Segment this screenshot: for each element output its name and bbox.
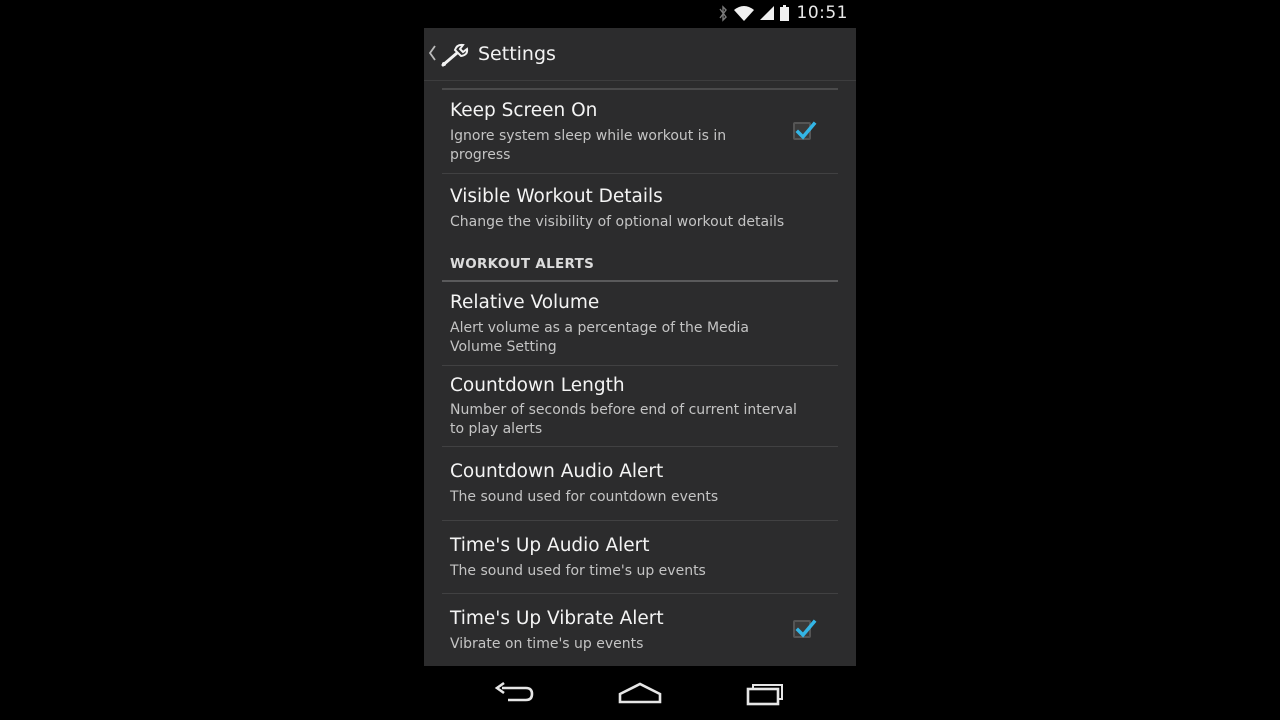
pref-title: Visible Workout Details [450,186,663,207]
back-icon[interactable] [492,680,536,706]
pref-title: Countdown Length [450,375,625,396]
bluetooth-icon [718,4,727,22]
pref-countdown-length[interactable]: Countdown Length Number of seconds befor… [442,366,838,447]
pref-title: Countdown Audio Alert [450,461,664,482]
pref-summary: Ignore system sleep while workout is in … [450,128,727,163]
wrench-icon[interactable] [439,41,471,69]
category-header-workout-alerts: WORKOUT ALERTS [450,256,595,272]
pref-times-up-audio-alert[interactable]: Time's Up Audio Alert The sound used for… [442,521,838,594]
recents-icon[interactable] [744,680,788,706]
checkmark-icon [795,121,817,140]
pref-countdown-audio-alert[interactable]: Countdown Audio Alert The sound used for… [442,447,838,521]
status-bar: 10:51 [424,0,856,28]
times-up-vibrate-checkbox[interactable] [793,619,817,638]
pref-visible-workout-details[interactable]: Visible Workout Details Change the visib… [442,174,838,242]
battery-icon [779,5,789,21]
action-bar[interactable]: Settings [424,28,856,81]
pref-title: Keep Screen On [450,100,598,121]
pref-summary: The sound used for time's up events [450,563,706,579]
pref-summary: The sound used for countdown events [450,489,719,505]
keep-screen-on-checkbox[interactable] [793,121,817,140]
pref-keep-screen-on[interactable]: Keep Screen On Ignore system sleep while… [442,90,838,174]
pref-summary: Vibrate on time's up events [450,636,644,652]
home-icon[interactable] [618,680,662,706]
preference-list: Keep Screen On Ignore system sleep while… [442,80,838,666]
phone-screen: 10:51 Settings Keep Screen On Ignore sys… [424,0,856,720]
pref-times-up-vibrate-alert[interactable]: Time's Up Vibrate Alert Vibrate on time'… [442,594,838,666]
navigation-bar [424,666,856,720]
pref-summary: Number of seconds before end of current … [450,402,797,437]
pref-title: Time's Up Audio Alert [450,535,650,556]
checkmark-icon [795,619,817,638]
pref-title: Time's Up Vibrate Alert [450,608,664,629]
page-title: Settings [478,43,556,65]
signal-icon [759,6,774,20]
up-caret-icon[interactable] [428,45,436,61]
wifi-icon [733,6,754,21]
pref-summary: Alert volume as a percentage of the Medi… [450,320,750,355]
pref-summary: Change the visibility of optional workou… [450,214,785,230]
pref-relative-volume[interactable]: Relative Volume Alert volume as a percen… [442,282,838,366]
pref-title: Relative Volume [450,292,600,313]
status-clock: 10:51 [796,3,848,23]
